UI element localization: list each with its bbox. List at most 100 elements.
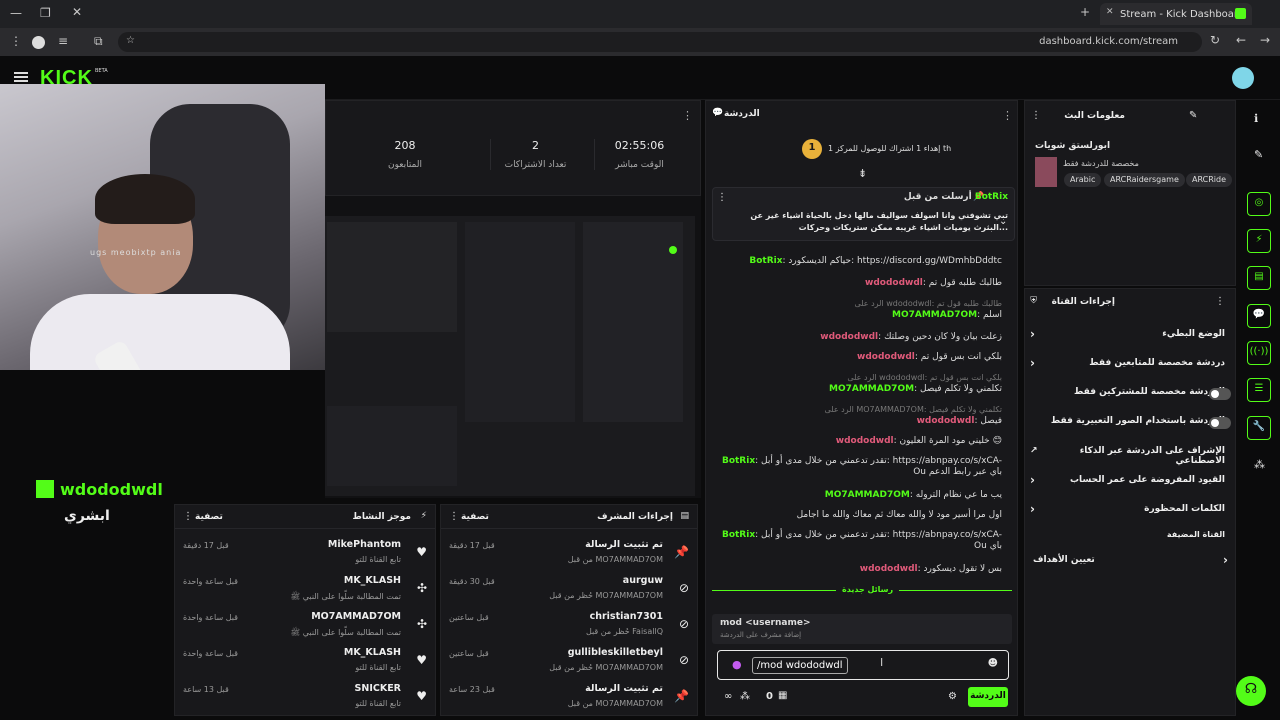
pinned-message[interactable]: ⋮ 📌 أرسلت من قبل BotRix تبي تشوفني وانا …	[712, 187, 1015, 241]
chat-more-icon[interactable]: ⋮	[1002, 109, 1013, 122]
chat-username[interactable]: wdododwdl	[857, 352, 915, 362]
rail-button-5[interactable]: ((·))	[1247, 341, 1271, 365]
stream-tag[interactable]: Arabic	[1064, 173, 1102, 187]
chat-message[interactable]: wdododwdl: طالبك طلبه قول تم	[712, 278, 1002, 289]
mod-action-item[interactable]: 📌 تم تثبيت الرسالة من قبل MO7AMMAD7OM قب…	[441, 539, 697, 575]
info-more-icon[interactable]: ⋮	[1031, 110, 1041, 121]
chevron-down-icon[interactable]: ⌄	[999, 216, 1007, 227]
new-tab-icon[interactable]: +	[1080, 5, 1090, 19]
chat-username[interactable]: wdododwdl	[820, 332, 878, 342]
rail-button-3[interactable]: ▤	[1247, 266, 1271, 290]
action-ai-moderation[interactable]: ↗ الإشراف على الدردشة عبر الذكاء الاصطنا…	[1030, 446, 1225, 466]
chat-message[interactable]: wdododwdl: بس لا تقول ديسكورد	[712, 564, 1002, 575]
chat-message[interactable]: MO7AMMAD7OM: تكلمني ولا تكلم فيصل	[712, 384, 1002, 395]
bookmark-star-icon[interactable]: ☆	[126, 35, 135, 46]
mod-actions-more-icon[interactable]: ⋮	[449, 511, 459, 522]
help-button[interactable]: ☊	[1236, 676, 1266, 706]
chat-username[interactable]: BotRix	[749, 256, 782, 266]
chat-settings-icon[interactable]: ⚙	[948, 691, 957, 702]
mod-action-item[interactable]: 📌 تم تثبيت الرسالة من قبل MO7AMMAD7OM قب…	[441, 683, 697, 719]
subscribers-only-toggle[interactable]	[1209, 388, 1231, 400]
rail-button-2[interactable]: ⚡	[1247, 229, 1271, 253]
action-slow-mode[interactable]: › الوضع البطيء	[1030, 327, 1225, 349]
info-icon[interactable]: ℹ	[1254, 112, 1258, 125]
rail-button-7[interactable]: 🔧	[1247, 416, 1271, 440]
back-icon[interactable]: ←	[1236, 33, 1246, 47]
chat-send-button[interactable]: الدردشة	[968, 687, 1008, 707]
pinned-more-icon[interactable]: ⋮	[717, 192, 727, 203]
collapse-icon[interactable]: ⇟	[858, 167, 867, 180]
activity-item[interactable]: ✣ MO7AMMAD7OM تمت المطالبة سلّوا على الن…	[175, 611, 435, 647]
chat-username[interactable]: MO7AMMAD7OM	[892, 310, 977, 320]
points-icon[interactable]: ⁂	[740, 691, 750, 702]
chat-message[interactable]: اول مرا أسير مود لا والله معاك ثم معاك و…	[712, 510, 1002, 521]
new-messages-label[interactable]: رسائل جديدة	[836, 585, 900, 594]
hamburger-menu-icon[interactable]	[14, 72, 28, 82]
stream-preview[interactable]	[325, 196, 701, 498]
action-emotes-only[interactable]: الدردشة باستخدام الصور التعبيرية فقط	[1030, 416, 1225, 436]
tab-close-icon[interactable]: ✕	[1106, 7, 1114, 17]
close-icon[interactable]: ✕	[72, 5, 82, 19]
activity-item[interactable]: ✣ MK_KLASH تمت المطالبة سلّوا على النبي …	[175, 575, 435, 611]
forward-icon[interactable]: →	[1260, 33, 1270, 47]
store-icon[interactable]: ▦	[778, 690, 787, 701]
actions-more-icon[interactable]: ⋮	[1215, 296, 1225, 307]
url-field[interactable]: ☆ dashboard.kick.com/stream	[118, 32, 1202, 52]
profile-icon[interactable]	[32, 36, 45, 49]
mod-action-item[interactable]: ⊘ gullibleskilletbeyl حُظر من قبل MO7AMM…	[441, 647, 697, 683]
chat-username[interactable]: MO7AMMAD7OM	[825, 490, 910, 500]
chat-username[interactable]: BotRix	[722, 530, 755, 540]
chat-message[interactable]: wdododwdl: خليني مود المرة العليون 😊	[712, 436, 1002, 447]
stats-more-icon[interactable]: ⋮	[682, 109, 693, 122]
stream-category[interactable]: مخصصة للدردشة فقط	[1063, 159, 1139, 168]
chat-message[interactable]: BotRix: تقدر تدعمني من خلال مدى أو أبل: …	[712, 530, 1002, 552]
action-banned-words[interactable]: › الكلمات المحظورة	[1030, 502, 1225, 524]
mic-icon[interactable]: ●	[732, 658, 742, 671]
minimize-icon[interactable]: —	[10, 6, 22, 20]
chat-message[interactable]: wdododwdl: بلكي انت بس قول تم	[712, 352, 1002, 363]
chat-message[interactable]: wdododwdl: فيصل	[712, 416, 1002, 427]
command-suggestion[interactable]: mod <username> إضافة مشرف على الدردشة	[712, 614, 1012, 644]
chat-message[interactable]: wdododwdl: زعلت بيان ولا كان دحين وصلتك	[712, 332, 1002, 343]
action-followers-only[interactable]: › دردشة مخصصة للمتابعين فقط	[1030, 356, 1225, 378]
category-thumbnail[interactable]	[1035, 157, 1057, 187]
infinity-icon[interactable]: ∞	[724, 691, 732, 702]
activity-more-icon[interactable]: ⋮	[183, 511, 193, 522]
mod-action-item[interactable]: ⊘ christian7301 حُظر من قبل FaisallQ قبل…	[441, 611, 697, 647]
browser-tab[interactable]: ✕ Stream - Kick Dashboard	[1100, 3, 1252, 25]
activity-item[interactable]: ♥ MikePhantom تابع القناة للتو قبل 17 دق…	[175, 539, 435, 575]
action-subscribers-only[interactable]: الدردشة مخصصة للمشتركين فقط	[1030, 387, 1225, 407]
edit-icon[interactable]: ✎	[1254, 148, 1263, 161]
rail-button-4[interactable]: 💬	[1247, 304, 1271, 328]
chat-username[interactable]: wdododwdl	[865, 278, 923, 288]
chat-username[interactable]: wdododwdl	[836, 436, 894, 446]
stream-tag[interactable]: ARCRaidersgame	[1104, 173, 1185, 187]
chat-username[interactable]: MO7AMMAD7OM	[829, 384, 914, 394]
action-account-age[interactable]: › القيود المفروضة على عمر الحساب	[1030, 473, 1225, 495]
activity-item[interactable]: ♥ MK_KLASH تابع القناة للتو قبل ساعة واح…	[175, 647, 435, 683]
chat-message[interactable]: MO7AMMAD7OM: يب ما عي نظام التروله	[712, 490, 1002, 501]
stream-tag[interactable]: ARCRide	[1186, 173, 1232, 187]
user-avatar[interactable]	[1232, 67, 1254, 89]
restore-icon[interactable]: ❐	[40, 6, 51, 20]
edit-icon[interactable]: ✎	[1189, 110, 1197, 121]
chat-username[interactable]: wdododwdl	[860, 564, 918, 574]
mod-actions-filter-button[interactable]: تصفية	[461, 512, 489, 522]
chat-message[interactable]: BotRix: تقدر تدعمني من خلال مدى أو أبل: …	[712, 456, 1002, 478]
activity-item[interactable]: ♥ SNICKER تابع القناة للتو قبل 13 ساعة	[175, 683, 435, 719]
reload-icon[interactable]: ↻	[1210, 33, 1220, 47]
rail-button-1[interactable]: ◎	[1247, 192, 1271, 216]
rail-button-6[interactable]: ☰	[1247, 378, 1271, 402]
chat-username[interactable]: BotRix	[722, 456, 755, 466]
emoji-icon[interactable]: ☻	[988, 658, 998, 669]
emotes-only-toggle[interactable]	[1209, 417, 1231, 429]
chat-message[interactable]: BotRix: حياكم الديسكورد: https://discord…	[712, 256, 1002, 267]
menu-icon[interactable]: ⋮	[10, 34, 22, 48]
more-apps-icon[interactable]: ⁂	[1254, 458, 1265, 471]
action-set-goals[interactable]: تعيين الأهداف ›	[1033, 553, 1228, 575]
activity-filter-button[interactable]: تصفية	[195, 512, 223, 522]
extensions-icon[interactable]: ⧉	[94, 34, 103, 49]
mod-action-item[interactable]: ⊘ aurguw حُظر من قبل MO7AMMAD7OM قبل 30 …	[441, 575, 697, 611]
chat-message[interactable]: MO7AMMAD7OM: اسلم	[712, 310, 1002, 321]
tab-search-icon[interactable]: ≡	[58, 34, 68, 48]
